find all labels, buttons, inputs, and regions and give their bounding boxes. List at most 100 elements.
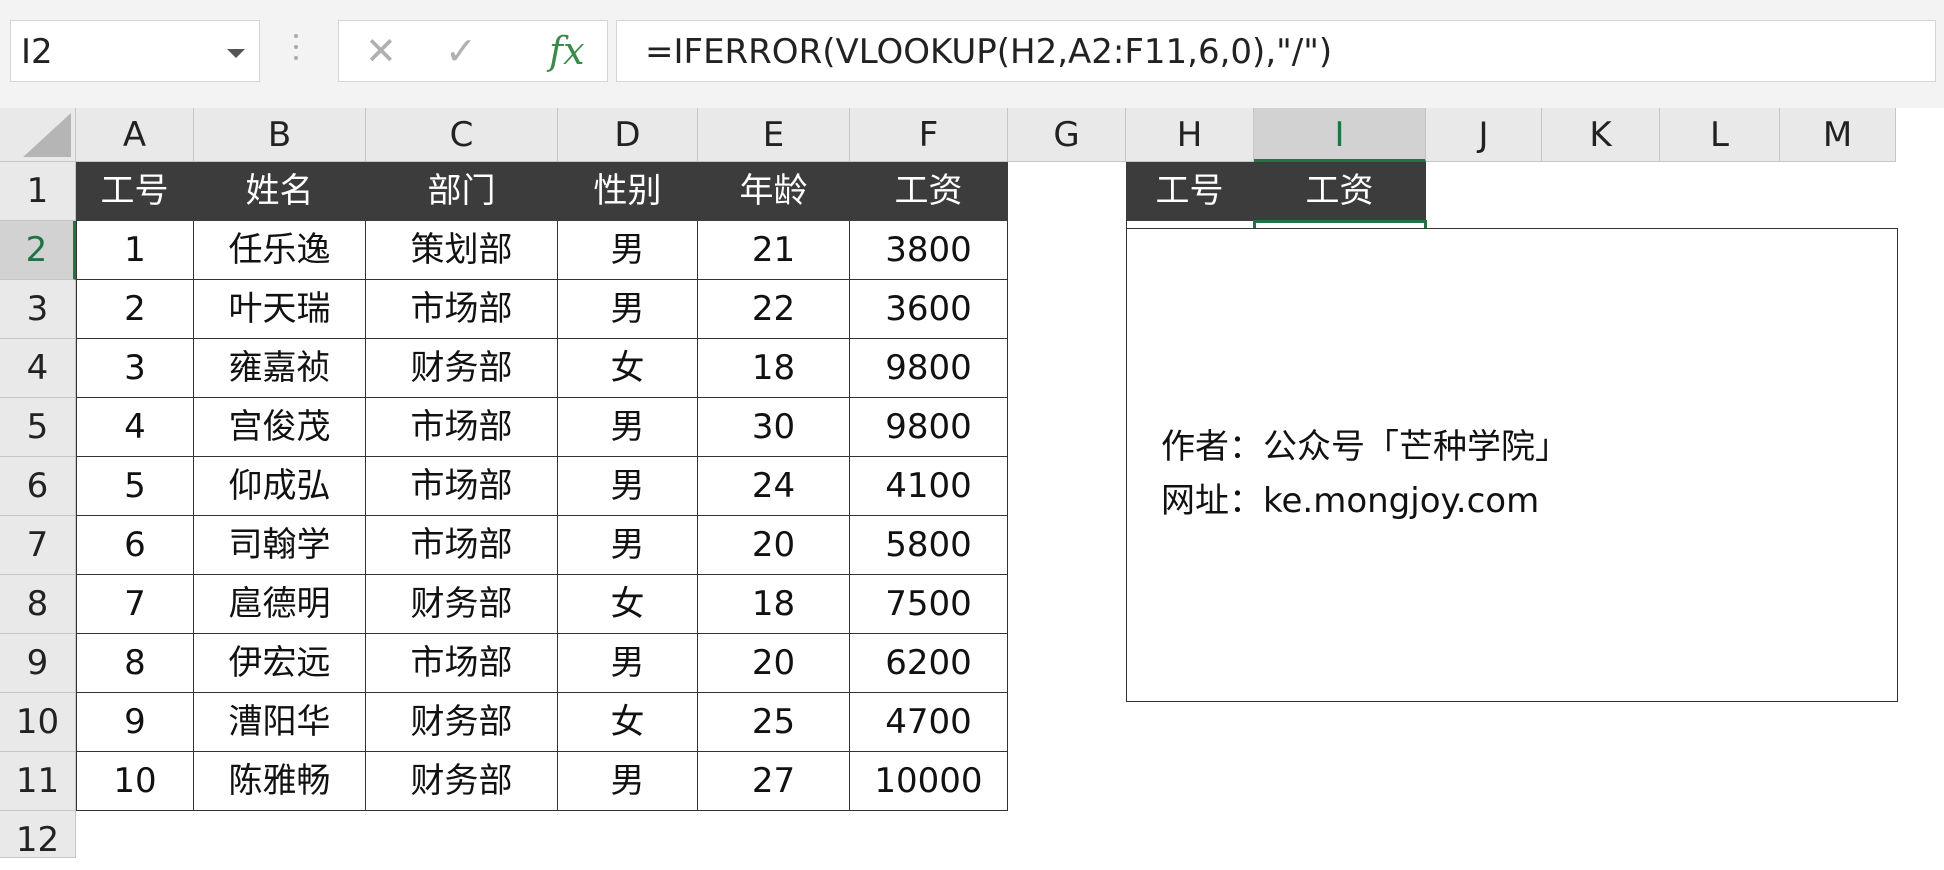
table-cell[interactable]: 9800 — [850, 339, 1008, 398]
table-header-cell[interactable]: 姓名 — [194, 162, 366, 221]
table-cell[interactable]: 10000 — [850, 752, 1008, 811]
column-header-k[interactable]: K — [1542, 108, 1660, 162]
table-cell[interactable]: 18 — [698, 339, 850, 398]
table-cell[interactable]: 男 — [558, 634, 698, 693]
table-header-cell[interactable]: 年龄 — [698, 162, 850, 221]
table-cell[interactable]: 9 — [76, 693, 194, 752]
table-cell[interactable]: 策划部 — [366, 221, 558, 280]
table-cell[interactable]: 3800 — [850, 221, 1008, 280]
table-cell[interactable]: 20 — [698, 634, 850, 693]
drag-handle-icon[interactable] — [294, 34, 298, 70]
table-cell[interactable]: 4100 — [850, 457, 1008, 516]
table-cell[interactable]: 陈雅畅 — [194, 752, 366, 811]
table-cell[interactable]: 漕阳华 — [194, 693, 366, 752]
table-cell[interactable]: 叶天瑞 — [194, 280, 366, 339]
row-header-12[interactable]: 12 — [0, 811, 76, 860]
table-cell[interactable]: 男 — [558, 457, 698, 516]
table-cell[interactable]: 4700 — [850, 693, 1008, 752]
table-cell[interactable]: 27 — [698, 752, 850, 811]
lookup-header-cell[interactable]: 工号 — [1126, 162, 1254, 221]
table-cell[interactable]: 24 — [698, 457, 850, 516]
select-all-button[interactable] — [0, 108, 76, 162]
table-cell[interactable]: 6200 — [850, 634, 1008, 693]
table-cell[interactable]: 财务部 — [366, 752, 558, 811]
lookup-header-cell[interactable]: 工资 — [1254, 162, 1426, 221]
column-header-f[interactable]: F — [850, 108, 1008, 162]
table-cell[interactable]: 30 — [698, 398, 850, 457]
table-cell[interactable]: 8 — [76, 634, 194, 693]
table-cell[interactable]: 1 — [76, 221, 194, 280]
table-cell[interactable]: 25 — [698, 693, 850, 752]
column-header-g[interactable]: G — [1008, 108, 1126, 162]
table-cell[interactable]: 男 — [558, 280, 698, 339]
table-header-cell[interactable]: 工资 — [850, 162, 1008, 221]
table-cell[interactable]: 市场部 — [366, 280, 558, 339]
table-cell[interactable]: 18 — [698, 575, 850, 634]
row-header-5[interactable]: 5 — [0, 398, 76, 457]
chevron-down-icon[interactable] — [227, 49, 245, 58]
row-header-4[interactable]: 4 — [0, 339, 76, 398]
row-header-11[interactable]: 11 — [0, 752, 76, 811]
table-cell[interactable]: 男 — [558, 398, 698, 457]
table-cell[interactable]: 10 — [76, 752, 194, 811]
table-cell[interactable]: 女 — [558, 693, 698, 752]
table-cell[interactable]: 市场部 — [366, 516, 558, 575]
column-header-j[interactable]: J — [1426, 108, 1542, 162]
table-cell[interactable]: 男 — [558, 221, 698, 280]
table-cell[interactable]: 女 — [558, 575, 698, 634]
table-cell[interactable]: 20 — [698, 516, 850, 575]
column-header-e[interactable]: E — [698, 108, 850, 162]
row-header-7[interactable]: 7 — [0, 516, 76, 575]
table-cell[interactable]: 宫俊茂 — [194, 398, 366, 457]
table-cell[interactable]: 9800 — [850, 398, 1008, 457]
row-header-6[interactable]: 6 — [0, 457, 76, 516]
table-cell[interactable]: 财务部 — [366, 339, 558, 398]
table-cell[interactable]: 扈德明 — [194, 575, 366, 634]
row-header-3[interactable]: 3 — [0, 280, 76, 339]
name-box[interactable]: I2 — [10, 20, 260, 82]
table-cell[interactable]: 仰成弘 — [194, 457, 366, 516]
row-header-1[interactable]: 1 — [0, 162, 76, 221]
table-cell[interactable]: 5800 — [850, 516, 1008, 575]
table-cell[interactable]: 6 — [76, 516, 194, 575]
table-cell[interactable]: 市场部 — [366, 634, 558, 693]
row-header-2[interactable]: 2 — [0, 221, 76, 280]
text-box[interactable]: 作者：公众号「芒种学院」 网址：ke.mongjoy.com — [1126, 228, 1898, 702]
column-header-h[interactable]: H — [1126, 108, 1254, 162]
table-header-cell[interactable]: 性别 — [558, 162, 698, 221]
column-header-m[interactable]: M — [1780, 108, 1896, 162]
table-cell[interactable]: 财务部 — [366, 575, 558, 634]
table-cell[interactable]: 3600 — [850, 280, 1008, 339]
table-header-cell[interactable]: 工号 — [76, 162, 194, 221]
table-cell[interactable]: 21 — [698, 221, 850, 280]
column-header-c[interactable]: C — [366, 108, 558, 162]
insert-function-icon[interactable]: fx — [549, 29, 585, 73]
table-cell[interactable]: 22 — [698, 280, 850, 339]
table-cell[interactable]: 3 — [76, 339, 194, 398]
table-cell[interactable]: 市场部 — [366, 457, 558, 516]
column-header-b[interactable]: B — [194, 108, 366, 162]
table-cell[interactable]: 4 — [76, 398, 194, 457]
table-cell[interactable]: 雍嘉祯 — [194, 339, 366, 398]
column-header-a[interactable]: A — [76, 108, 194, 162]
table-header-cell[interactable]: 部门 — [366, 162, 558, 221]
table-cell[interactable]: 7500 — [850, 575, 1008, 634]
formula-input[interactable]: =IFERROR(VLOOKUP(H2,A2:F11,6,0),"/") — [616, 20, 1936, 82]
table-cell[interactable]: 任乐逸 — [194, 221, 366, 280]
row-header-9[interactable]: 9 — [0, 634, 76, 693]
enter-icon[interactable]: ✓ — [445, 29, 477, 73]
row-header-8[interactable]: 8 — [0, 575, 76, 634]
column-header-d[interactable]: D — [558, 108, 698, 162]
table-cell[interactable]: 男 — [558, 752, 698, 811]
table-cell[interactable]: 男 — [558, 516, 698, 575]
table-cell[interactable]: 司翰学 — [194, 516, 366, 575]
table-cell[interactable]: 7 — [76, 575, 194, 634]
table-cell[interactable]: 财务部 — [366, 693, 558, 752]
cancel-icon[interactable]: ✕ — [365, 29, 397, 73]
table-cell[interactable]: 市场部 — [366, 398, 558, 457]
table-cell[interactable]: 2 — [76, 280, 194, 339]
column-header-i[interactable]: I — [1254, 108, 1426, 162]
table-cell[interactable]: 伊宏远 — [194, 634, 366, 693]
row-header-10[interactable]: 10 — [0, 693, 76, 752]
table-cell[interactable]: 5 — [76, 457, 194, 516]
